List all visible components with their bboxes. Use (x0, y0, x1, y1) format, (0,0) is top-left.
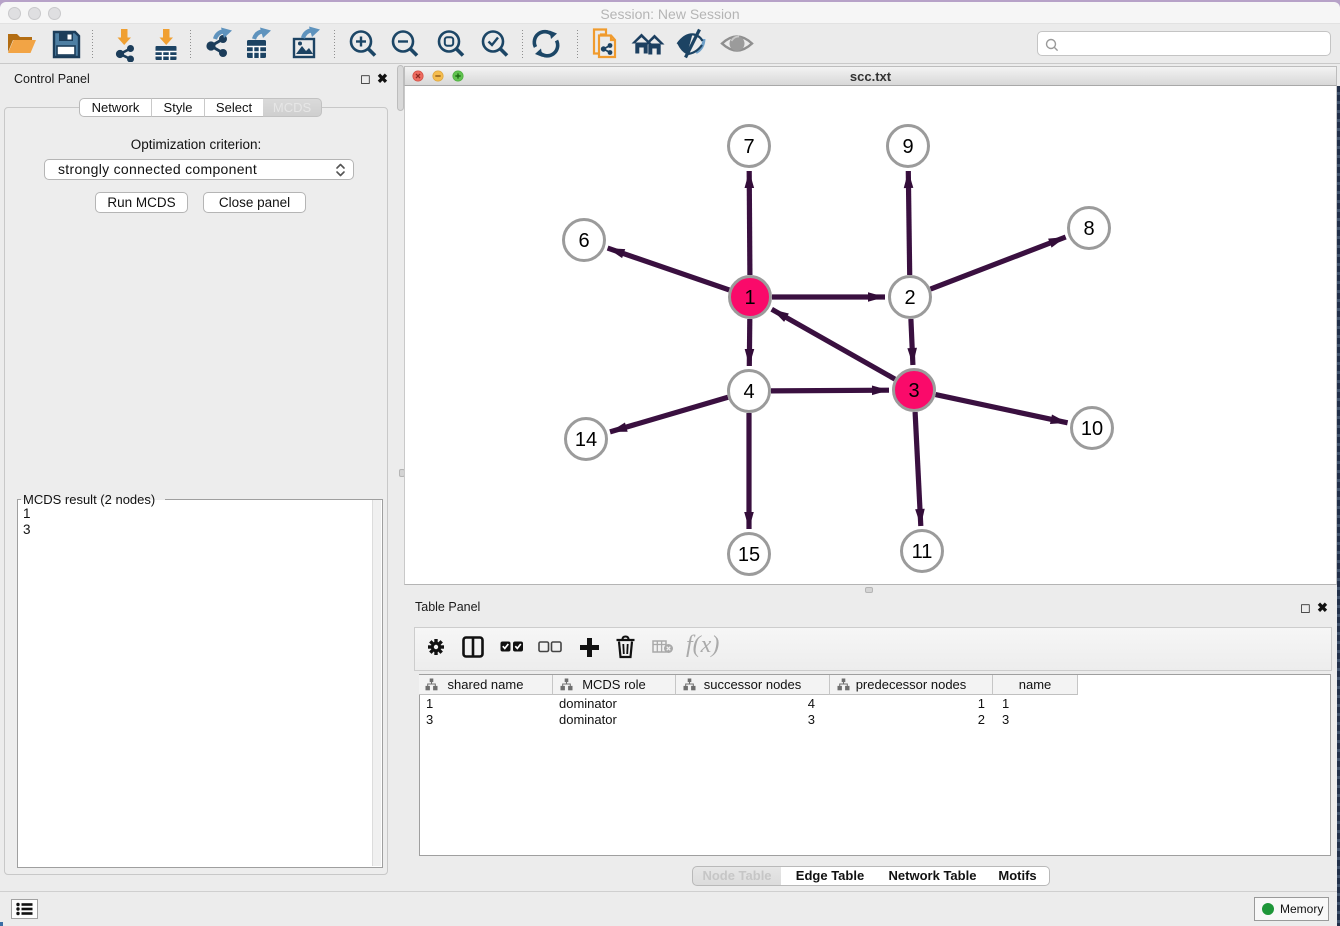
svg-text:9: 9 (902, 136, 913, 158)
svg-text:8: 8 (1083, 218, 1094, 240)
svg-text:1: 1 (744, 287, 755, 309)
svg-text:11: 11 (912, 541, 933, 563)
svg-text:14: 14 (575, 429, 597, 451)
svg-text:4: 4 (743, 381, 754, 403)
svg-text:7: 7 (743, 136, 754, 158)
svg-text:3: 3 (908, 380, 919, 402)
svg-text:2: 2 (904, 287, 915, 309)
svg-text:6: 6 (578, 230, 589, 252)
svg-text:10: 10 (1081, 418, 1103, 440)
svg-text:15: 15 (738, 544, 760, 566)
